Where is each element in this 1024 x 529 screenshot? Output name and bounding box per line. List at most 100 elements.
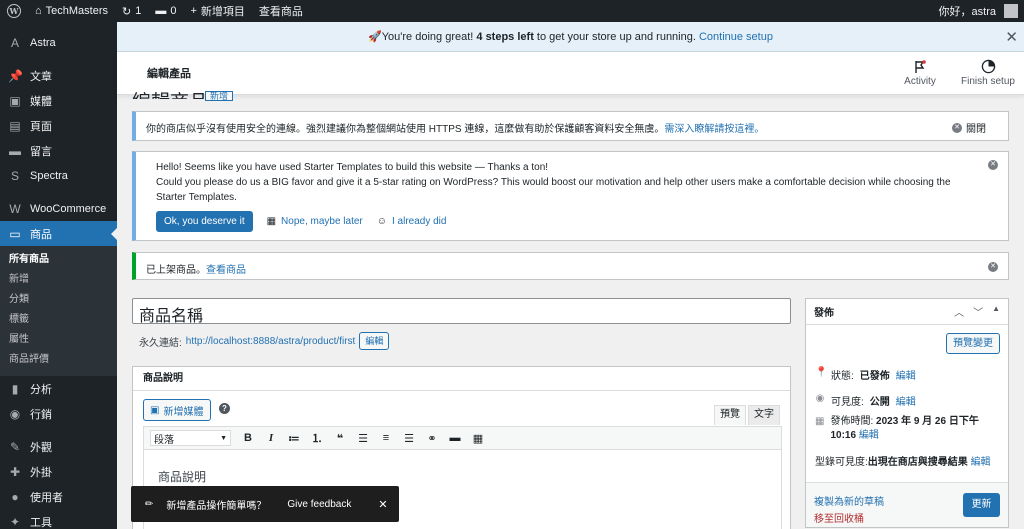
rate-yes-button[interactable]: Ok, you deserve it	[156, 211, 253, 232]
avatar	[1004, 4, 1018, 18]
sidebar-item-plugins[interactable]: ✚ 外掛	[0, 459, 117, 484]
align-left-icon[interactable]: ☰	[357, 432, 369, 445]
bullet-list-icon[interactable]: ≔	[288, 432, 300, 445]
archive-icon: ▭	[9, 226, 21, 241]
give-feedback-link[interactable]: Give feedback	[287, 499, 351, 510]
submenu-attributes[interactable]: 屬性	[0, 330, 117, 350]
updates-link[interactable]: ↻ 1	[115, 0, 148, 22]
chevron-up-icon[interactable]: ︿	[954, 304, 964, 319]
activity-button[interactable]: Activity	[888, 52, 952, 95]
toolbar-toggle-icon[interactable]: ▦	[472, 432, 484, 445]
update-button[interactable]: 更新	[963, 493, 1000, 517]
comments-link[interactable]: ▬ 0	[148, 0, 183, 22]
format-select[interactable]: 段落 ▼	[150, 430, 231, 446]
woocommerce-icon: W	[9, 201, 21, 216]
dismiss-link[interactable]: ✕ 關閉	[952, 120, 986, 135]
progress-circle-icon	[981, 59, 995, 74]
add-media-button[interactable]: ▣ 新增媒體	[143, 399, 211, 421]
dismiss-icon[interactable]: ✕	[988, 262, 998, 272]
link-icon[interactable]: ⚭	[426, 432, 438, 445]
sidebar-item-pages[interactable]: ▤ 頁面	[0, 113, 117, 138]
megaphone-icon: ◉	[9, 406, 21, 421]
permalink-edit-button[interactable]: 編輯	[359, 332, 390, 350]
editor-toolbar: 段落 ▼ B I ≔ ⒈ ❝ ☰ ≡ ☰ ⚭ ▬ ▦	[143, 426, 782, 450]
products-submenu: 所有商品 新增 分類 標籤 屬性 商品評價	[0, 246, 117, 376]
italic-icon[interactable]: I	[265, 432, 277, 444]
blockquote-icon[interactable]: ❝	[334, 432, 346, 445]
finish-setup-button[interactable]: Finish setup	[952, 52, 1024, 95]
comment-icon: ▬	[155, 5, 167, 17]
continue-setup-link[interactable]: Continue setup	[699, 31, 773, 43]
sidebar-item-users[interactable]: ● 使用者	[0, 484, 117, 509]
product-title-input[interactable]: 商品名稱	[132, 298, 791, 325]
submenu-categories[interactable]: 分類	[0, 290, 117, 310]
preview-changes-button[interactable]: 預覽變更	[946, 333, 1000, 354]
pin-icon: 📍	[815, 367, 828, 378]
feedback-snackbar: ✏ 新增產品操作簡單嗎？ Give feedback ✕	[131, 486, 399, 522]
edit-status-link[interactable]: 編輯	[896, 367, 916, 382]
main-content: 編輯商品 新增 你的商店似乎沒有使用安全的連線。強烈建議你為整個網站使用 HTT…	[117, 91, 1024, 529]
dismiss-icon[interactable]: ✕	[988, 160, 998, 170]
submenu-add-new[interactable]: 新增	[0, 270, 117, 290]
bold-icon[interactable]: B	[242, 432, 254, 444]
sidebar-item-marketing[interactable]: ◉ 行銷	[0, 401, 117, 426]
new-item-menu[interactable]: + 新增項目	[183, 0, 251, 22]
permalink-url-link[interactable]: http://localhost:8888/astra/product/firs…	[186, 336, 356, 347]
caret-up-icon[interactable]: ▲	[992, 304, 1000, 319]
copy-to-draft-link[interactable]: 複製為新的草稿	[814, 493, 884, 508]
pushpin-icon: 📌	[8, 68, 23, 83]
publish-box-title: 發佈	[814, 308, 834, 319]
edit-visibility-link[interactable]: 編輯	[896, 393, 916, 408]
account-menu[interactable]: 你好，astra	[932, 0, 1024, 22]
plus-icon: +	[190, 5, 197, 17]
close-icon[interactable]: ✕	[1005, 28, 1018, 46]
add-new-button[interactable]: 新增	[205, 91, 234, 101]
sidebar-item-posts[interactable]: 📌 文章	[0, 63, 117, 88]
sidebar-item-woocommerce[interactable]: W WooCommerce	[0, 196, 117, 221]
wordpress-menu[interactable]: W	[0, 0, 28, 22]
help-icon[interactable]: ?	[219, 403, 230, 414]
sidebar-item-tools[interactable]: ✦ 工具	[0, 509, 117, 529]
sidebar-item-comments[interactable]: ▬ 留言	[0, 138, 117, 163]
view-product-link[interactable]: 查看商品	[206, 265, 246, 276]
read-more-icon[interactable]: ▬	[449, 432, 461, 444]
pencil-icon: ✏	[145, 498, 154, 510]
description-box-title: 商品說明	[133, 367, 790, 391]
submenu-tags[interactable]: 標籤	[0, 310, 117, 330]
publish-actions: 複製為新的草稿 移至回收桶 更新	[806, 482, 1008, 527]
smiley-icon: ☺	[376, 216, 387, 227]
site-name-link[interactable]: ⌂ TechMasters	[28, 0, 115, 22]
maybe-later-link[interactable]: ▦ Nope, maybe later	[267, 214, 363, 229]
sidebar-item-appearance[interactable]: ✎ 外觀	[0, 434, 117, 459]
sidebar-item-products[interactable]: ▭ 商品	[0, 221, 117, 246]
align-right-icon[interactable]: ☰	[403, 432, 415, 445]
sidebar-item-analytics[interactable]: ▮ 分析	[0, 376, 117, 401]
plugin-icon: ✚	[9, 464, 21, 479]
starter-templates-notice: Hello! Seems like you have used Starter …	[132, 151, 1009, 241]
page-title: 編輯產品	[147, 68, 191, 80]
publish-box: 發佈 ︿ ﹀ ▲ 預覽變更 📍 狀態: 已發佈 編輯 ◉ 可見度: 公開 編輯 ▦ 發佈時間: 2…	[805, 298, 1009, 528]
learn-more-link[interactable]: 需深入瞭解請按這裡。	[664, 124, 764, 135]
page-icon: ▤	[9, 118, 21, 133]
sidebar-item-media[interactable]: ▣ 媒體	[0, 88, 117, 113]
visibility-row: ◉ 可見度: 公開 編輯	[815, 393, 916, 408]
calendar-icon: ▦	[815, 416, 825, 427]
view-product-link[interactable]: 查看商品	[252, 0, 310, 22]
move-to-trash-link[interactable]: 移至回收桶	[814, 510, 864, 525]
numbered-list-icon[interactable]: ⒈	[311, 430, 323, 446]
permalink: 永久連結: http://localhost:8888/astra/produc…	[139, 332, 390, 350]
tab-text[interactable]: 文字	[748, 405, 780, 425]
submenu-all-products[interactable]: 所有商品	[0, 250, 117, 270]
page-heading: 編輯商品	[132, 87, 208, 99]
sidebar-item-astra[interactable]: A Astra	[0, 30, 117, 55]
align-center-icon[interactable]: ≡	[380, 432, 392, 444]
submenu-reviews[interactable]: 商品評價	[0, 350, 117, 370]
edit-date-link[interactable]: 編輯	[859, 430, 879, 441]
chevron-down-icon[interactable]: ﹀	[973, 304, 983, 319]
sidebar-item-spectra[interactable]: S Spectra	[0, 163, 117, 188]
close-icon[interactable]: ✕	[378, 498, 387, 511]
tab-visual[interactable]: 預覽	[714, 405, 746, 425]
paintbrush-icon: ✎	[9, 439, 21, 454]
edit-catalog-link[interactable]: 編輯	[971, 453, 991, 468]
already-did-link[interactable]: ☺ I already did	[377, 214, 447, 229]
